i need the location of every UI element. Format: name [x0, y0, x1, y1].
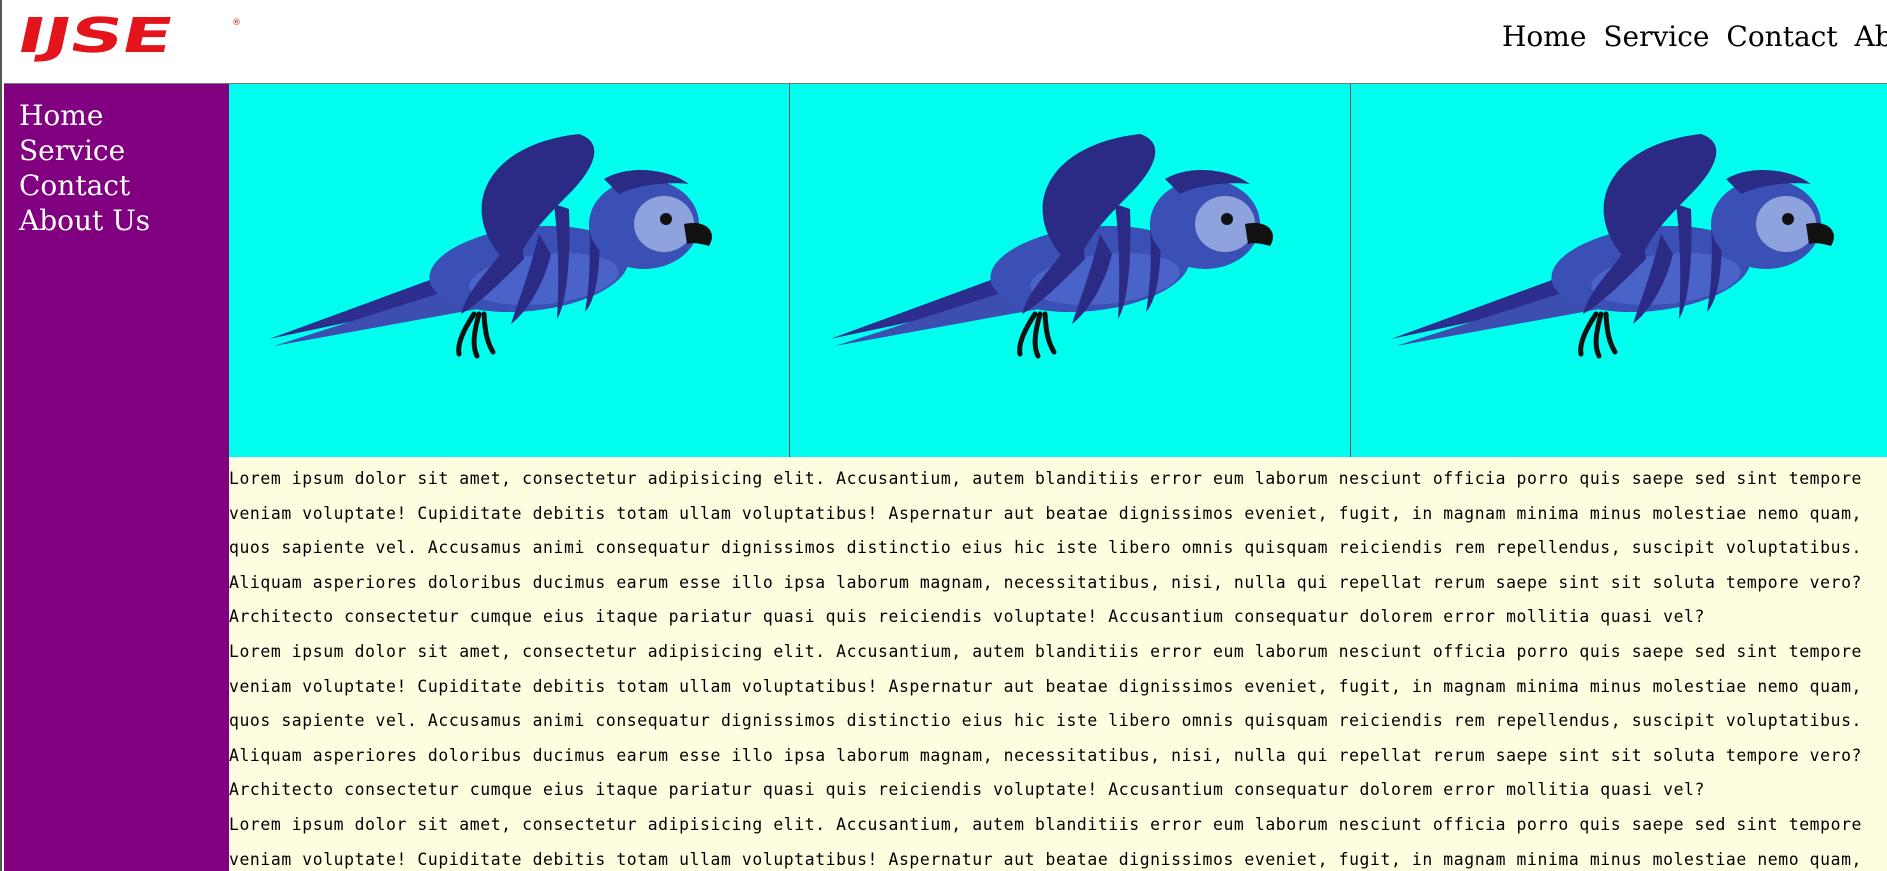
text-body: Lorem ipsum dolor sit amet, consectetur …: [229, 462, 1887, 871]
logo[interactable]: IJSE ®: [12, 8, 241, 64]
parrot-drawing: [830, 134, 1273, 359]
registered-mark: ®: [232, 18, 241, 28]
top-nav-about-us[interactable]: About Us: [1855, 20, 1887, 53]
sidebar: Home Service Contact About Us: [4, 84, 229, 871]
main-content: Lorem ipsum dolor sit amet, consectetur …: [229, 84, 1887, 871]
paragraph: Lorem ipsum dolor sit amet, consectetur …: [229, 641, 1863, 800]
top-nav: Home Service Contact About Us: [1502, 20, 1887, 53]
image-gallery: [229, 84, 1887, 457]
sidebar-item-home[interactable]: Home: [19, 98, 229, 133]
top-nav-home[interactable]: Home: [1502, 20, 1586, 53]
parrot-image: [790, 84, 1351, 457]
parrot-drawing: [1391, 134, 1834, 359]
sidebar-item-contact[interactable]: Contact: [19, 168, 229, 203]
top-nav-contact[interactable]: Contact: [1726, 20, 1837, 53]
parrot-drawing: [269, 134, 712, 359]
top-nav-service[interactable]: Service: [1603, 20, 1709, 53]
parrot-image: [1351, 84, 1887, 457]
sidebar-nav: Home Service Contact About Us: [4, 84, 229, 238]
paragraph: Lorem ipsum dolor sit amet, consectetur …: [229, 469, 1863, 627]
site-header: IJSE ® Home Service Contact About Us: [4, 0, 1887, 84]
sidebar-item-service[interactable]: Service: [19, 133, 229, 168]
parrot-image: [229, 84, 790, 457]
sidebar-item-about-us[interactable]: About Us: [19, 203, 229, 238]
paragraph: Lorem ipsum dolor sit amet, consectetur …: [229, 814, 1863, 869]
page: IJSE ® Home Service Contact About Us Hom…: [0, 0, 1887, 871]
logo-text: IJSE: [11, 8, 178, 64]
